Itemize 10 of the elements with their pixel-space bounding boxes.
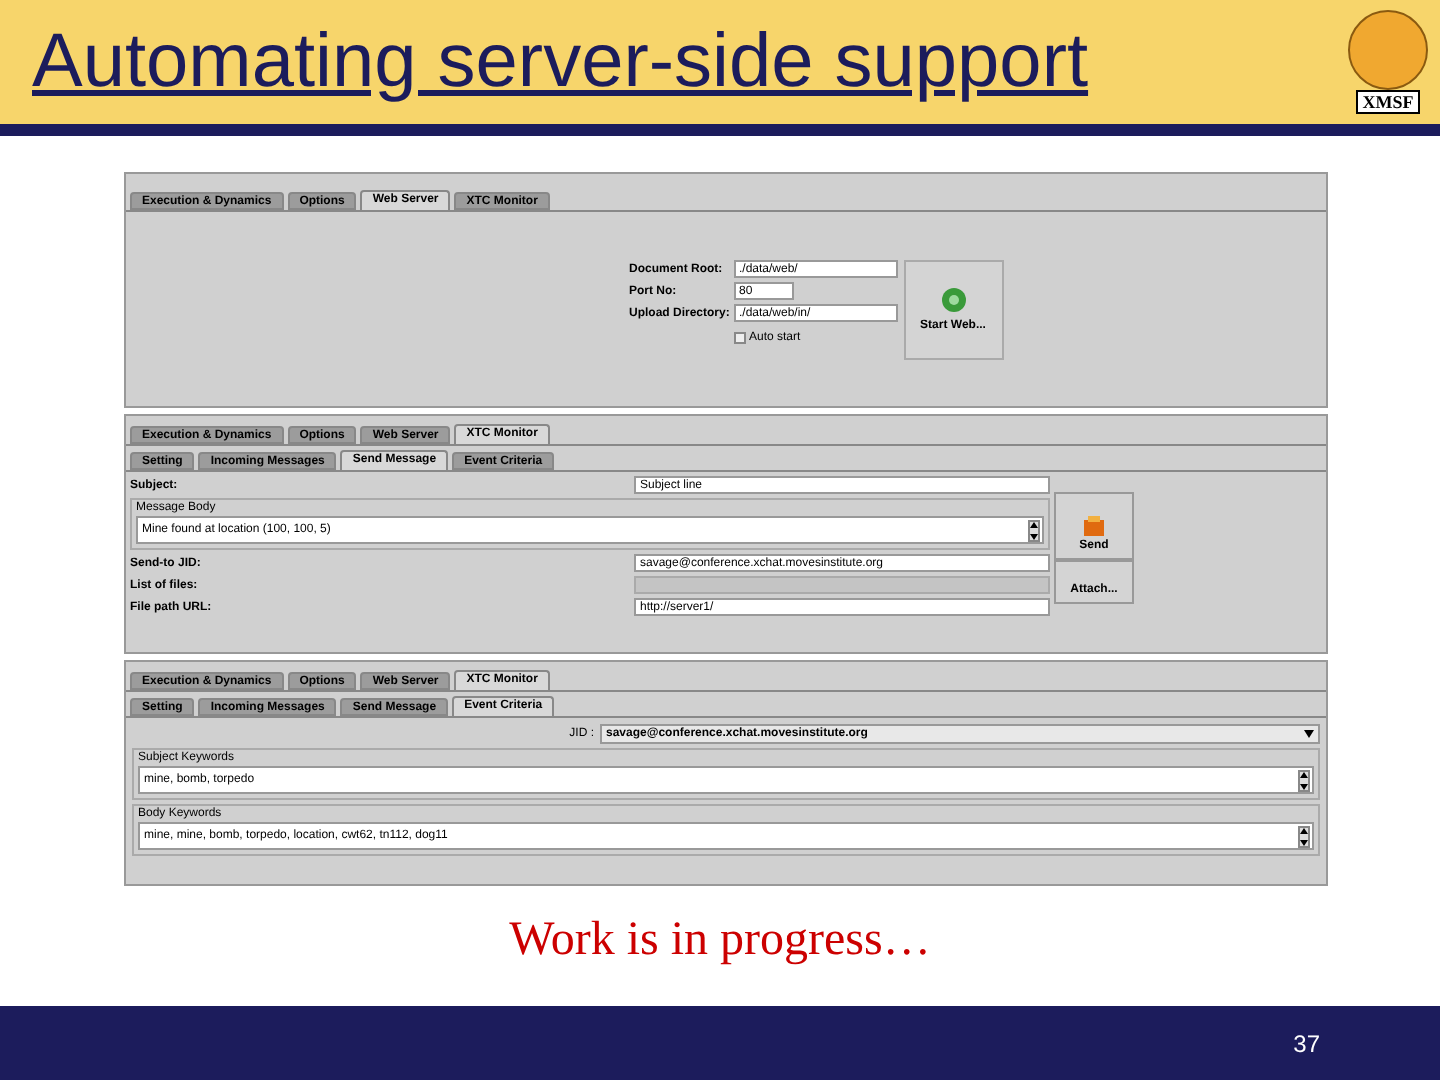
scroll-arrows-icon[interactable] [1298,825,1310,847]
page-number: 37 [1293,1027,1320,1061]
scroll-arrows-icon[interactable] [1028,519,1040,541]
scroll-arrows-icon[interactable] [1298,769,1310,791]
checkbox[interactable] [733,332,745,344]
caption: Work is in progress… [509,912,931,970]
slide-title: Automating server-side support [32,24,1089,100]
gear-icon [939,286,967,314]
dropdown-arrow-icon [1304,730,1314,738]
logo-text: XMSF [1356,90,1420,114]
